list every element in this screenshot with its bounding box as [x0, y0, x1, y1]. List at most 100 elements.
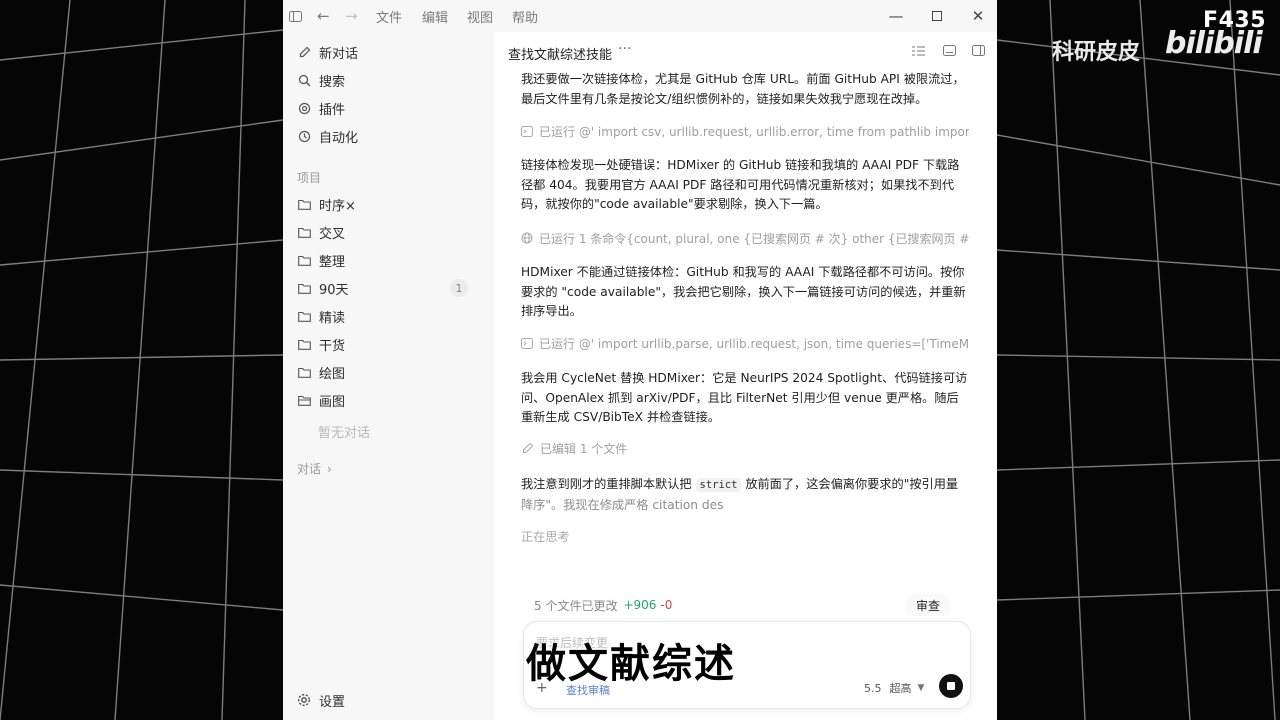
sidebar: 新对话 搜索 插件 自动化 项目 时序× 交叉 整理 90天 1 精读 干货 绘… — [283, 32, 494, 720]
search-icon — [297, 73, 311, 87]
projects-section-label: 项目 — [297, 171, 322, 185]
tool-run-text: 已运行 @' import urllib.parse, urllib.reque… — [539, 336, 969, 351]
video-subtitle: 做文献综述 — [526, 641, 736, 687]
empty-conversations-text: 暂无对话 — [318, 426, 371, 441]
tool-run-line[interactable]: 已运行 1 条命令{count, plural, one {已搜索网页 # 次}… — [521, 229, 969, 247]
close-icon[interactable]: ✕ — [958, 0, 997, 32]
conversation-panel: 查找文献综述技能 ··· 我还要做一次链接体检，尤其是 GitHub 仓库 UR… — [494, 32, 997, 720]
minimize-icon[interactable]: — — [876, 0, 916, 32]
list-view-icon[interactable] — [912, 45, 925, 56]
project-label: 90天 — [319, 282, 349, 298]
model-selector[interactable]: 5.5 超高 ▼ — [864, 680, 924, 696]
project-item[interactable]: 时序× — [297, 191, 482, 217]
lines-removed: -0 — [660, 598, 673, 612]
project-item[interactable]: 整理 — [297, 247, 482, 273]
lines-added: +906 — [623, 598, 657, 612]
tool-edit-text: 已编辑 1 个文件 — [540, 441, 628, 456]
assistant-message: 我还要做一次链接体检，尤其是 GitHub 仓库 URL。前面 GitHub A… — [521, 72, 965, 106]
sidebar-item-label: 设置 — [319, 694, 346, 710]
tool-run-line[interactable]: 已运行 @' import csv, urllib.request, urlli… — [521, 122, 969, 140]
folder-icon — [297, 281, 311, 295]
forward-arrow-icon[interactable]: → — [345, 0, 358, 32]
message-text: 放前面了，这会偏离你要求的"按引用量 — [745, 477, 959, 491]
stop-icon — [947, 682, 955, 690]
assistant-message-streaming: 我注意到刚才的重排脚本默认把 strict 放前面了，这会偏离你要求的"按引用量… — [521, 475, 969, 515]
plugin-icon — [297, 101, 311, 115]
message-text: 我注意到刚才的重排脚本默认把 — [521, 477, 692, 491]
side-panel-icon[interactable] — [972, 45, 985, 56]
sidebar-item-automation[interactable]: 自动化 — [297, 123, 482, 149]
conversations-label: 对话 — [297, 462, 322, 476]
back-arrow-icon[interactable]: ← — [317, 0, 330, 32]
terminal-icon — [521, 337, 533, 350]
stop-button[interactable] — [939, 674, 963, 698]
sidebar-item-label: 搜索 — [319, 74, 346, 90]
assistant-message: HDMixer 不能通过链接体检：GitHub 和我写的 AAAI 下载路径都不… — [521, 265, 966, 318]
review-button[interactable]: 审查 — [905, 594, 950, 616]
model-mode: 超高 — [889, 682, 912, 695]
tool-run-text: 已运行 1 条命令{count, plural, one {已搜索网页 # 次}… — [539, 231, 969, 246]
project-label: 画图 — [319, 394, 346, 410]
tool-run-line[interactable]: 已运行 @' import urllib.parse, urllib.reque… — [521, 334, 969, 352]
folder-open-icon — [297, 393, 311, 407]
chevron-down-icon: ▼ — [917, 683, 925, 693]
menu-edit[interactable]: 编辑 — [422, 0, 448, 32]
sidebar-item-label: 新对话 — [319, 46, 359, 62]
project-count-badge: 1 — [450, 279, 468, 297]
thinking-indicator: 正在思考 — [521, 530, 570, 544]
folder-icon — [297, 365, 311, 379]
tool-run-text: 已运行 @' import csv, urllib.request, urlli… — [539, 124, 969, 139]
model-version: 5.5 — [864, 681, 882, 695]
sidebar-item-settings[interactable]: 设置 — [297, 687, 482, 713]
project-item[interactable]: 交叉 — [297, 219, 482, 245]
conversation-title[interactable]: 查找文献综述技能 — [508, 44, 612, 63]
conversations-section[interactable]: 对话 › — [297, 460, 332, 477]
changes-label: 5 个文件已更改 — [534, 598, 618, 613]
assistant-message: 我会用 CycleNet 替换 HDMixer：它是 NeurIPS 2024 … — [521, 371, 968, 424]
menu-file[interactable]: 文件 — [376, 0, 402, 32]
app-window: ← → 文件 编辑 视图 帮助 — ✕ 新对话 搜索 插件 自动化 项目 时序×… — [283, 0, 997, 720]
bilibili-logo: bilibili — [1165, 26, 1263, 61]
project-label: 整理 — [319, 254, 346, 270]
project-label: 精读 — [319, 310, 346, 326]
menu-help[interactable]: 帮助 — [512, 0, 538, 32]
project-item[interactable]: 精读 — [297, 303, 482, 329]
assistant-message: 链接体检发现一处硬错误：HDMixer 的 GitHub 链接和我填的 AAAI… — [521, 158, 960, 211]
new-chat-icon — [297, 45, 311, 59]
chevron-right-icon: › — [327, 461, 332, 476]
title-bar: ← → 文件 编辑 视图 帮助 — ✕ — [283, 0, 997, 32]
project-label: 绘图 — [319, 366, 346, 382]
tool-edit-line[interactable]: 已编辑 1 个文件 — [521, 439, 969, 457]
project-item[interactable]: 画图 — [297, 387, 482, 413]
project-label: 干货 — [319, 338, 346, 354]
sidebar-item-label: 自动化 — [319, 130, 359, 146]
globe-icon — [521, 232, 533, 245]
menu-view[interactable]: 视图 — [467, 0, 493, 32]
folder-icon — [297, 197, 311, 211]
sidebar-item-plugins[interactable]: 插件 — [297, 95, 482, 121]
project-label: 时序× — [319, 198, 356, 214]
sidebar-toggle-icon[interactable] — [289, 0, 302, 32]
pencil-icon — [521, 442, 534, 455]
folder-icon — [297, 337, 311, 351]
project-item[interactable]: 90天 1 — [297, 275, 482, 301]
sidebar-item-label: 插件 — [319, 102, 346, 118]
terminal-icon — [521, 125, 533, 138]
project-item[interactable]: 干货 — [297, 331, 482, 357]
inline-code: strict — [695, 478, 742, 492]
folder-icon — [297, 253, 311, 267]
maximize-icon[interactable] — [917, 0, 957, 32]
folder-icon — [297, 309, 311, 323]
sidebar-item-search[interactable]: 搜索 — [297, 67, 482, 93]
project-label: 交叉 — [319, 226, 346, 242]
message-text-fading: 降序"。我现在修成严格 citation des — [521, 497, 724, 512]
terminal-panel-icon[interactable] — [943, 45, 956, 56]
folder-icon — [297, 225, 311, 239]
sidebar-item-new-chat[interactable]: 新对话 — [297, 39, 482, 65]
gear-icon — [297, 693, 311, 707]
watermark-channel: 科研皮皮 — [1052, 40, 1141, 65]
clock-icon — [297, 129, 311, 143]
project-item[interactable]: 绘图 — [297, 359, 482, 385]
more-options-icon[interactable]: ··· — [618, 41, 631, 57]
file-changes-bar[interactable]: 5 个文件已更改 +906 -0 审查 — [534, 590, 958, 620]
